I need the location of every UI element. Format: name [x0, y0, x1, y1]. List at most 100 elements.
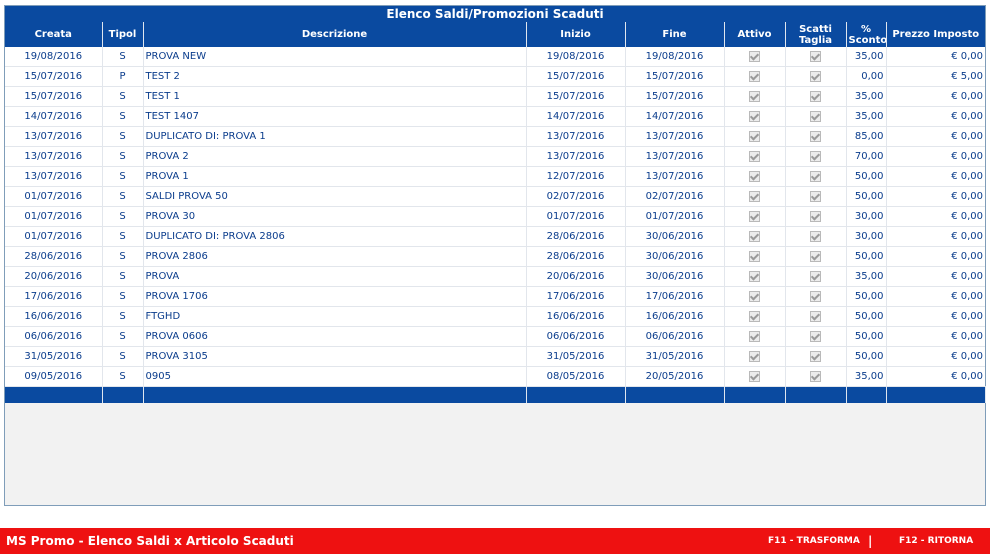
cell-descrizione: PROVA 30	[143, 206, 527, 227]
cell-fine: 15/07/2016	[625, 86, 725, 107]
checkbox-checked-icon	[810, 150, 821, 162]
checkbox-checked-icon	[749, 350, 760, 362]
checkbox-checked-icon	[749, 370, 760, 382]
cell-tipol: S	[102, 266, 144, 287]
checkbox-checked-icon	[749, 210, 760, 222]
cell-sconto: 70,00	[846, 146, 887, 167]
cell-sconto: 35,00	[846, 47, 887, 67]
cell-creata: 28/06/2016	[5, 246, 103, 267]
cell-attivo	[724, 47, 786, 67]
table-row[interactable]: 01/07/2016 S SALDI PROVA 50 02/07/2016 02/07…	[5, 186, 985, 207]
cell-scatti-taglia	[785, 106, 847, 127]
cell-creata: 16/06/2016	[5, 306, 103, 327]
cell-descrizione: PROVA 1	[143, 166, 527, 187]
col-header-fine[interactable]: Fine	[625, 22, 725, 47]
checkbox-checked-icon	[810, 350, 821, 362]
cell-tipol: S	[102, 126, 144, 147]
cell-creata: 14/07/2016	[5, 106, 103, 127]
cell-prezzo-imposto: € 0,00	[886, 206, 985, 227]
table-row[interactable]: 09/05/2016 S 0905 08/05/2016 20/05/2016 35,00…	[5, 366, 985, 387]
table-row[interactable]: 31/05/2016 S PROVA 3105 31/05/2016 31/05/201…	[5, 346, 985, 367]
cell-prezzo-imposto: € 0,00	[886, 126, 985, 147]
cell-creata: 15/07/2016	[5, 66, 103, 87]
cell-attivo	[724, 286, 786, 307]
col-header-descrizione[interactable]: Descrizione	[143, 22, 527, 47]
cell-descrizione: PROVA 3105	[143, 346, 527, 367]
cell-tipol: S	[102, 366, 144, 387]
table-row[interactable]: 14/07/2016 S TEST 1407 14/07/2016 14/07/2016…	[5, 106, 985, 127]
cell-inizio: 16/06/2016	[526, 306, 626, 327]
cell-scatti-taglia	[785, 66, 847, 87]
col-header-tipol[interactable]: Tipol	[102, 22, 144, 47]
cell-scatti-taglia	[785, 326, 847, 347]
cell-sconto: 35,00	[846, 106, 887, 127]
col-header-scatti-taglia[interactable]: Scatti Taglia	[785, 22, 847, 47]
cell-prezzo-imposto: € 0,00	[886, 146, 985, 167]
table-row[interactable]: 20/06/2016 S PROVA 20/06/2016 30/06/2016 35,0…	[5, 266, 985, 287]
table-row[interactable]: 17/06/2016 S PROVA 1706 17/06/2016 17/06/201…	[5, 286, 985, 307]
col-header-attivo[interactable]: Attivo	[724, 22, 786, 47]
cell-prezzo-imposto: € 0,00	[886, 286, 985, 307]
cell-tipol: S	[102, 306, 144, 327]
cell-sconto: 0,00	[846, 66, 887, 87]
checkbox-checked-icon	[749, 330, 760, 342]
col-header-prezzo-imposto[interactable]: Prezzo Imposto	[886, 22, 985, 47]
cell-scatti-taglia	[785, 86, 847, 107]
cell-fine: 13/07/2016	[625, 146, 725, 167]
checkbox-checked-icon	[749, 90, 760, 102]
cell-fine: 13/07/2016	[625, 166, 725, 187]
cell-attivo	[724, 186, 786, 207]
status-bar: MS Promo - Elenco Saldi x Articolo Scadu…	[0, 528, 990, 554]
checkbox-checked-icon	[810, 270, 821, 282]
cell-inizio: 14/07/2016	[526, 106, 626, 127]
cell-attivo	[724, 346, 786, 367]
cell-scatti-taglia	[785, 306, 847, 327]
table-row[interactable]: 19/08/2016 S PROVA NEW 19/08/2016 19/08/2016…	[5, 47, 985, 67]
table-row[interactable]: 13/07/2016 S DUPLICATO DI: PROVA 1 13/07/20…	[5, 126, 985, 147]
cell-descrizione: PROVA 1706	[143, 286, 527, 307]
table-row[interactable]: 01/07/2016 S DUPLICATO DI: PROVA 2806 28/06…	[5, 226, 985, 247]
table-row[interactable]: 01/07/2016 S PROVA 30 01/07/2016 01/07/2016 3…	[5, 206, 985, 227]
cell-prezzo-imposto: € 0,00	[886, 326, 985, 347]
checkbox-checked-icon	[749, 310, 760, 322]
col-header-sconto[interactable]: % Sconto	[846, 22, 887, 47]
cell-fine: 15/07/2016	[625, 66, 725, 87]
table-row[interactable]: 06/06/2016 S PROVA 0606 06/06/2016 06/06/201…	[5, 326, 985, 347]
cell-descrizione: PROVA 0606	[143, 326, 527, 347]
cell-inizio: 13/07/2016	[526, 126, 626, 147]
table-row[interactable]: 15/07/2016 P TEST 2 15/07/2016 15/07/2016 0,0…	[5, 66, 985, 87]
cell-scatti-taglia	[785, 146, 847, 167]
cell-prezzo-imposto: € 0,00	[886, 47, 985, 67]
cell-scatti-taglia	[785, 266, 847, 287]
cell-fine: 30/06/2016	[625, 266, 725, 287]
cell-prezzo-imposto: € 0,00	[886, 166, 985, 187]
footer-cell	[143, 386, 527, 403]
cell-fine: 14/07/2016	[625, 106, 725, 127]
col-header-inizio[interactable]: Inizio	[526, 22, 626, 47]
cell-scatti-taglia	[785, 226, 847, 247]
table-row[interactable]: 16/06/2016 S FTGHD 16/06/2016 16/06/2016 50,0…	[5, 306, 985, 327]
table-footer-row	[5, 386, 986, 403]
checkbox-checked-icon	[810, 110, 821, 122]
table-row[interactable]: 15/07/2016 S TEST 1 15/07/2016 15/07/2016 35,…	[5, 86, 985, 107]
cell-fine: 20/05/2016	[625, 366, 725, 387]
table-row[interactable]: 13/07/2016 S PROVA 1 12/07/2016 13/07/2016 50…	[5, 166, 985, 187]
cell-inizio: 15/07/2016	[526, 66, 626, 87]
cell-inizio: 31/05/2016	[526, 346, 626, 367]
cell-sconto: 30,00	[846, 226, 887, 247]
cell-scatti-taglia	[785, 366, 847, 387]
f12-return-button[interactable]: F12 - RITORNA	[899, 528, 973, 554]
f11-transform-button[interactable]: F11 - TRASFORMA	[768, 528, 860, 554]
table-row[interactable]: 13/07/2016 S PROVA 2 13/07/2016 13/07/2016 70…	[5, 146, 985, 167]
cell-prezzo-imposto: € 0,00	[886, 226, 985, 247]
function-key-separator: |	[868, 534, 873, 548]
cell-descrizione: PROVA 2806	[143, 246, 527, 267]
cell-creata: 17/06/2016	[5, 286, 103, 307]
cell-tipol: S	[102, 146, 144, 167]
table-row[interactable]: 28/06/2016 S PROVA 2806 28/06/2016 30/06/201…	[5, 246, 985, 267]
checkbox-checked-icon	[810, 250, 821, 262]
cell-scatti-taglia	[785, 166, 847, 187]
col-header-creata[interactable]: Creata	[5, 22, 103, 47]
cell-attivo	[724, 226, 786, 247]
cell-attivo	[724, 86, 786, 107]
